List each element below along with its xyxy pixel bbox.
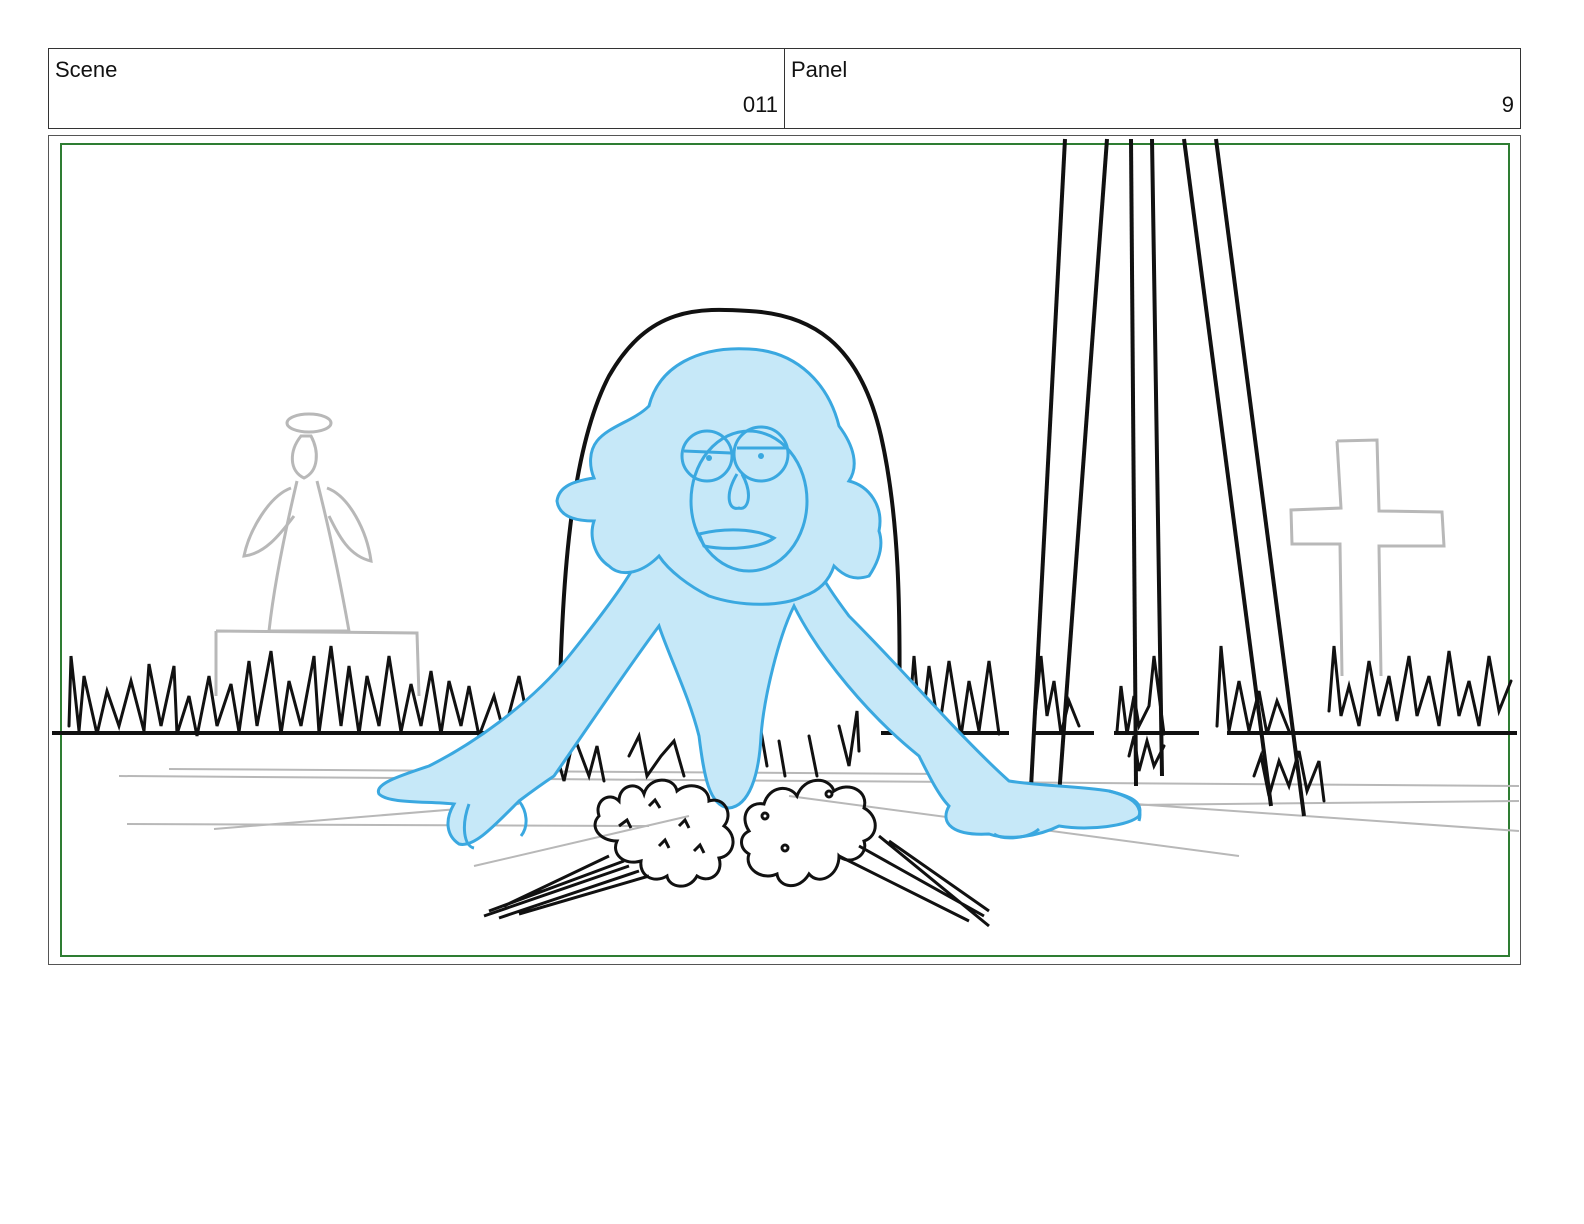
cross-headstone	[1289, 438, 1446, 677]
scene-label: Scene	[55, 57, 118, 82]
storyboard-frame	[48, 135, 1521, 965]
storyboard-sketch	[52, 138, 1520, 928]
scene-number: 011	[742, 92, 778, 117]
panel-number: 9	[1501, 92, 1514, 117]
tree-trunk	[1027, 138, 1306, 827]
angel-statue	[214, 412, 421, 697]
panel-label: Panel	[791, 57, 848, 82]
panel-cell: Panel 9	[785, 49, 1520, 128]
panel-header: Scene 011 Panel 9	[48, 48, 1521, 129]
scene-cell: Scene 011	[49, 49, 785, 128]
